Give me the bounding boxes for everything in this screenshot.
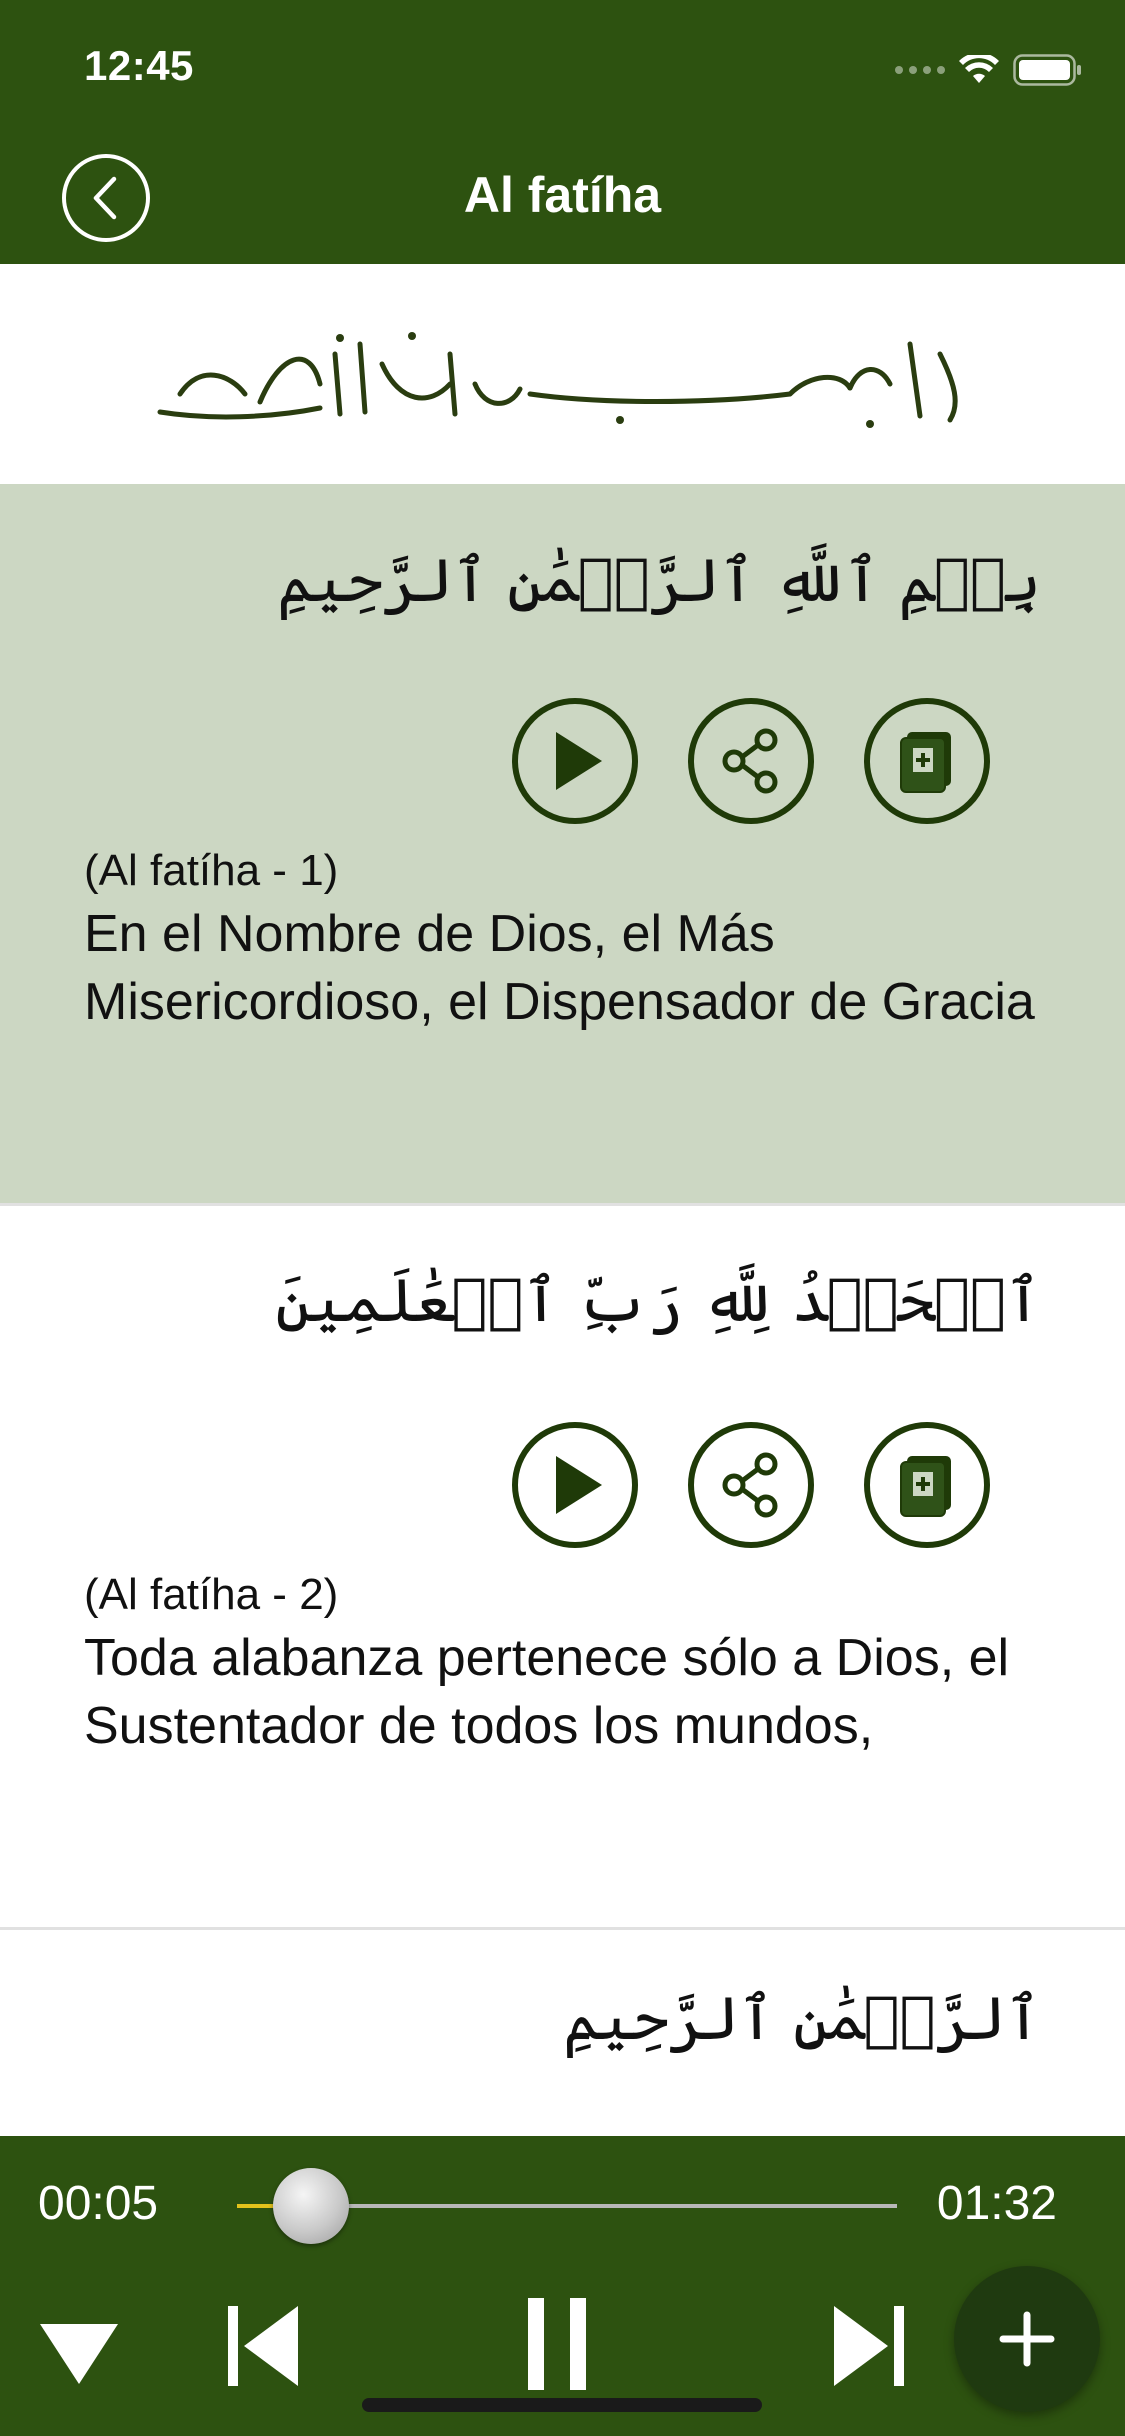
bismillah-banner (0, 264, 1125, 484)
play-verse-button[interactable] (512, 1422, 638, 1548)
verse-card-1[interactable]: بِسۡمِ ٱللَّهِ ٱلرَّحۡمَٰنِ ٱلرَّحِيمِ (… (0, 484, 1125, 1206)
verse-actions (512, 1422, 990, 1548)
verse-actions (512, 698, 990, 824)
play-icon (556, 1456, 602, 1514)
wifi-icon (959, 55, 999, 83)
status-time: 12:45 (84, 42, 194, 89)
verse-card-3[interactable]: ٱلرَّحۡمَٰنِ ٱلرَّحِيمِ (0, 1930, 1125, 2136)
skip-previous-icon (228, 2306, 298, 2386)
page-title: Al fatíha (463, 167, 662, 223)
progress-thumb[interactable] (272, 2168, 349, 2244)
verse-reference: (Al fatíha - 2) (84, 1570, 339, 1619)
audio-player: 00:05 01:32 (0, 2136, 1125, 2436)
play-verse-button[interactable] (512, 698, 638, 824)
cellular-signal-icon (895, 66, 945, 74)
bismillah-calligraphy (157, 332, 958, 428)
share-verse-button[interactable] (688, 1422, 814, 1548)
verse-reference: (Al fatíha - 1) (84, 846, 339, 895)
battery-icon (1013, 54, 1081, 86)
add-to-book-icon (900, 1456, 951, 1517)
verse-translation: En el Nombre de Dios, el Más Misericordi… (84, 905, 1035, 1031)
home-indicator (362, 2398, 762, 2412)
verse-arabic-text: ٱلرَّحۡمَٰنِ ٱلرَّحِيمِ (563, 1984, 1041, 2054)
add-to-book-icon (900, 732, 951, 793)
status-icons (895, 48, 1083, 92)
navigation-header: 12:45 Al fatíha (0, 0, 1125, 264)
verse-translation: Toda alabanza pertenece sólo a Dios, el … (84, 1629, 1010, 1755)
add-button[interactable] (954, 2266, 1100, 2412)
next-button[interactable] (832, 2304, 906, 2393)
progress-slider[interactable] (237, 2168, 897, 2244)
share-icon (722, 728, 778, 794)
play-icon (556, 732, 602, 790)
collapse-player-button[interactable] (38, 2322, 120, 2391)
triangle-down-icon (40, 2324, 118, 2384)
pause-button[interactable] (526, 2296, 590, 2397)
verse-arabic-text: ٱلۡحَمۡدُ لِلَّهِ رَبِّ ٱلۡعَٰلَمِينَ (275, 1266, 1041, 1336)
verse-card-2[interactable]: ٱلۡحَمۡدُ لِلَّهِ رَبِّ ٱلۡعَٰلَمِينَ (A… (0, 1206, 1125, 1930)
bookmark-verse-button[interactable] (864, 1422, 990, 1548)
bookmark-verse-button[interactable] (864, 698, 990, 824)
elapsed-time: 00:05 (38, 2177, 159, 2230)
total-time: 01:32 (936, 2177, 1057, 2230)
skip-next-icon (834, 2306, 904, 2386)
pause-icon (528, 2298, 586, 2390)
plus-icon (999, 2311, 1055, 2367)
share-icon (722, 1452, 778, 1518)
share-verse-button[interactable] (688, 698, 814, 824)
previous-button[interactable] (226, 2304, 300, 2393)
verse-arabic-text: بِسۡمِ ٱللَّهِ ٱلرَّحۡمَٰنِ ٱلرَّحِيمِ (277, 546, 1041, 616)
progress-fill (237, 2204, 273, 2208)
